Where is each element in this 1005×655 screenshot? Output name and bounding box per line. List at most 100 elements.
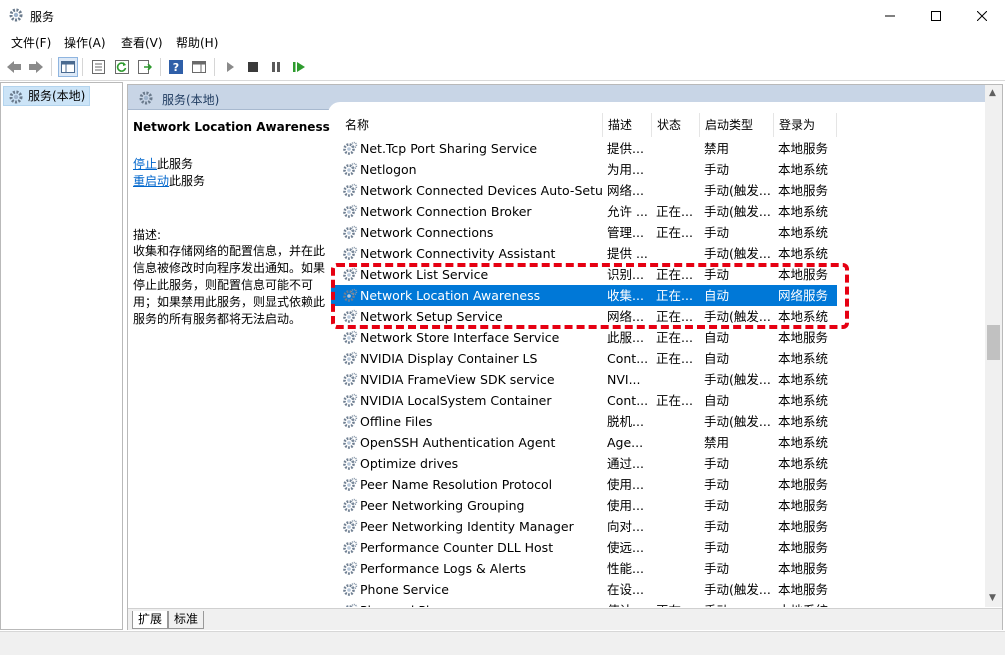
service-startup-cell: 自动 [704, 330, 730, 345]
back-arrow-icon[interactable] [4, 57, 24, 77]
service-description-cell: Cont... [607, 393, 649, 408]
table-row[interactable]: Network Connections 管理... 正在... 手动 本地系统 [331, 222, 837, 243]
forward-arrow-icon[interactable] [26, 57, 46, 77]
stop-service-link[interactable]: 停止 [133, 157, 157, 171]
table-row[interactable]: Peer Networking Identity Manager 向对... 手动 本… [331, 516, 837, 537]
stop-service-icon[interactable] [243, 57, 263, 77]
service-gear-icon [342, 414, 358, 430]
restart-service-icon[interactable] [289, 57, 309, 77]
scroll-down-icon[interactable]: ▼ [989, 593, 996, 603]
service-startup-cell: 手动 [704, 600, 774, 607]
menu-action[interactable]: 操作(A) [64, 34, 106, 51]
service-gear-icon [342, 540, 358, 556]
service-gear-icon [342, 561, 358, 577]
table-row[interactable]: OpenSSH Authentication Agent Age... 禁用 本地系统 [331, 432, 837, 453]
table-row[interactable]: Peer Name Resolution Protocol 使用... 手动 本地服务 [331, 474, 837, 495]
service-name-cell: Phone Service [360, 582, 449, 597]
service-startup-cell: 手动 [704, 267, 730, 282]
properties-icon[interactable] [88, 57, 108, 77]
toolbar: ? [0, 53, 1005, 81]
service-description-cell: 使计... [607, 600, 651, 607]
title-bar: 服务 [0, 0, 1005, 31]
service-startup-cell: 手动 [704, 498, 730, 513]
table-row[interactable]: Offline Files 脱机... 手动(触发... 本地系统 [331, 411, 837, 432]
service-description-cell: 管理... [607, 225, 644, 240]
service-logon-cell: 本地服务 [778, 141, 829, 156]
service-status-cell [656, 243, 698, 264]
service-logon-cell: 本地系统 [778, 225, 829, 240]
show-console-tree-icon[interactable] [58, 57, 78, 77]
service-name-cell: NVIDIA LocalSystem Container [360, 393, 552, 408]
service-gear-icon [342, 498, 358, 514]
column-status[interactable]: 状态 [652, 113, 700, 137]
service-startup-cell: 手动 [704, 519, 730, 534]
service-logon-cell: 本地系统 [778, 351, 829, 366]
pause-service-icon[interactable] [266, 57, 286, 77]
table-row[interactable]: Network Store Interface Service 此服... 正在..… [331, 327, 837, 348]
window-title: 服务 [30, 10, 55, 24]
tab-standard[interactable]: 标准 [168, 611, 205, 629]
service-name-cell: Netlogon [360, 162, 417, 177]
table-row[interactable]: Network Setup Service 网络... 正在... 手动(触发... 本… [331, 306, 837, 327]
service-description-cell: 收集... [607, 288, 644, 303]
table-row[interactable]: Network Connected Devices Auto-Setup 网络..… [331, 180, 837, 201]
column-description[interactable]: 描述 [603, 113, 652, 137]
menu-file[interactable]: 文件(F) [11, 34, 51, 51]
service-name-cell: Network Location Awareness [360, 288, 541, 303]
start-service-icon[interactable] [220, 57, 240, 77]
table-row[interactable]: Performance Counter DLL Host 使远... 手动 本地服务 [331, 537, 837, 558]
table-row[interactable]: Network List Service 识别... 正在... 手动 本地服务 [331, 264, 837, 285]
table-row[interactable]: Netlogon 为用... 手动 本地系统 [331, 159, 837, 180]
service-gear-icon [342, 351, 358, 367]
service-logon-cell: 本地服务 [778, 330, 829, 345]
console-tree: 服务(本地) [0, 82, 123, 630]
column-name[interactable]: 名称 [340, 113, 603, 137]
maximize-button[interactable] [913, 0, 959, 31]
show-action-pane-icon[interactable] [189, 57, 209, 77]
description-label: 描述: [133, 228, 162, 242]
table-row[interactable]: Optimize drives 通过... 手动 本地系统 [331, 453, 837, 474]
service-logon-cell: 本地服务 [778, 561, 829, 576]
service-description-cell: 识别... [607, 267, 644, 282]
service-gear-icon [342, 288, 358, 304]
tab-extended[interactable]: 扩展 [132, 611, 169, 629]
table-row[interactable]: Network Connection Broker 允许 ... 正在... 手动(触… [331, 201, 837, 222]
table-row[interactable]: Performance Logs & Alerts 性能... 手动 本地服务 [331, 558, 837, 579]
service-startup-cell: 手动(触发... [704, 414, 771, 429]
service-name-cell: Network Connectivity Assistant [360, 246, 556, 261]
column-headers: ⌃ 名称 描述 状态 启动类型 登录为 [331, 113, 837, 137]
table-row[interactable]: Phone Service 在设... 手动(触发... 本地服务 [331, 579, 837, 600]
refresh-icon[interactable] [112, 57, 132, 77]
service-status-cell [656, 369, 698, 390]
view-tabs: 扩展 标准 [128, 608, 1002, 630]
column-logon-as[interactable]: 登录为 [774, 113, 837, 137]
menu-view[interactable]: 查看(V) [121, 34, 163, 51]
vertical-scrollbar[interactable]: ▲ ▼ [985, 85, 1002, 607]
scroll-up-icon[interactable]: ▲ [989, 88, 996, 98]
table-row[interactable]: NVIDIA LocalSystem Container Cont... 正在...… [331, 390, 837, 411]
service-gear-icon [342, 435, 358, 451]
service-description-cell: 此服... [607, 330, 644, 345]
help-icon[interactable]: ? [166, 57, 186, 77]
service-description-cell: 提供... [607, 141, 644, 156]
table-row[interactable]: Network Connectivity Assistant 提供 ... 手动(触… [331, 243, 837, 264]
service-description-cell: 使远... [607, 540, 644, 555]
menu-help[interactable]: 帮助(H) [176, 34, 218, 51]
table-row[interactable]: Peer Networking Grouping 使用... 手动 本地服务 [331, 495, 837, 516]
table-row[interactable]: NVIDIA FrameView SDK service NVI... 手动(触发.… [331, 369, 837, 390]
table-row[interactable]: Plug and Play 使计... 正在... 手动本地系统 [331, 600, 837, 607]
service-gear-icon [342, 246, 358, 262]
service-status-cell: 正在... [656, 288, 693, 303]
tree-item-services-local[interactable]: 服务(本地) [3, 86, 91, 106]
column-startup-type[interactable]: 启动类型 [700, 113, 774, 137]
minimize-button[interactable] [867, 0, 913, 31]
service-status-cell: 正在... [656, 204, 693, 219]
table-row[interactable]: Network Location Awareness 收集... 正在... 自动 网络… [331, 285, 837, 306]
scrollbar-thumb[interactable] [987, 325, 1000, 360]
export-list-icon[interactable] [135, 57, 155, 77]
close-button[interactable] [959, 0, 1005, 31]
table-row[interactable]: NVIDIA Display Container LS Cont... 正在... 自… [331, 348, 837, 369]
restart-service-link[interactable]: 重启动 [133, 174, 169, 188]
service-logon-cell: 本地系统 [778, 600, 836, 607]
table-row[interactable]: Net.Tcp Port Sharing Service 提供... 禁用 本地服务 [331, 138, 837, 159]
